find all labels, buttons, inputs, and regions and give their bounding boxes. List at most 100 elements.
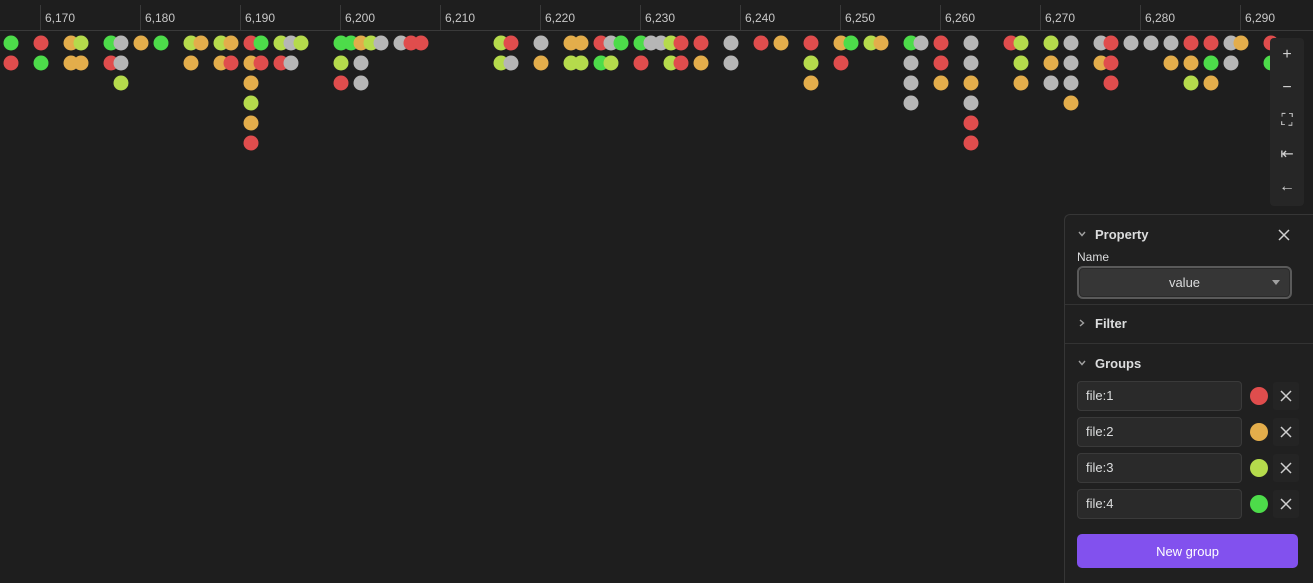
timeline-dot[interactable] (843, 35, 859, 51)
remove-group-button[interactable] (1273, 454, 1299, 482)
timeline-dot[interactable] (903, 75, 919, 91)
timeline-dot[interactable] (803, 35, 819, 51)
timeline-dot[interactable] (833, 55, 849, 71)
timeline-dot[interactable] (963, 95, 979, 111)
back-button[interactable]: ← (1270, 172, 1304, 202)
remove-group-button[interactable] (1273, 490, 1299, 518)
timeline-dot[interactable] (933, 55, 949, 71)
timeline-dot[interactable] (113, 75, 129, 91)
group-query-input[interactable]: file:3 (1077, 453, 1242, 483)
timeline-dot[interactable] (1123, 35, 1139, 51)
timeline-dot[interactable] (33, 35, 49, 51)
timeline-dot[interactable] (153, 35, 169, 51)
timeline-dot[interactable] (903, 55, 919, 71)
timeline-dot[interactable] (253, 55, 269, 71)
timeline-dot[interactable] (333, 55, 349, 71)
timeline-dot[interactable] (1223, 55, 1239, 71)
group-query-input[interactable]: file:4 (1077, 489, 1242, 519)
timeline-dot[interactable] (353, 75, 369, 91)
timeline-dot[interactable] (373, 35, 389, 51)
timeline-dot[interactable] (283, 55, 299, 71)
timeline-dot[interactable] (1233, 35, 1249, 51)
timeline-dot[interactable] (723, 35, 739, 51)
timeline-dot[interactable] (903, 95, 919, 111)
timeline-dot[interactable] (1103, 55, 1119, 71)
timeline-dot[interactable] (963, 135, 979, 151)
new-group-button[interactable]: New group (1077, 534, 1298, 568)
timeline-dot[interactable] (773, 35, 789, 51)
timeline-dot[interactable] (673, 55, 689, 71)
timeline-dot[interactable] (1043, 75, 1059, 91)
timeline-dot[interactable] (1143, 35, 1159, 51)
timeline-dot[interactable] (1013, 35, 1029, 51)
timeline-dot[interactable] (913, 35, 929, 51)
timeline-dot[interactable] (693, 55, 709, 71)
timeline-dot[interactable] (253, 35, 269, 51)
timeline-dot[interactable] (353, 55, 369, 71)
timeline-dot[interactable] (503, 35, 519, 51)
timeline-dot[interactable] (803, 55, 819, 71)
timeline-dot[interactable] (1183, 55, 1199, 71)
timeline-dot[interactable] (243, 95, 259, 111)
timeline-dot[interactable] (113, 35, 129, 51)
remove-group-button[interactable] (1273, 418, 1299, 446)
close-panel-button[interactable] (1273, 224, 1295, 246)
timeline-dot[interactable] (503, 55, 519, 71)
timeline-dot[interactable] (963, 75, 979, 91)
timeline-dot[interactable] (1013, 75, 1029, 91)
group-query-input[interactable]: file:2 (1077, 417, 1242, 447)
timeline-dot[interactable] (533, 55, 549, 71)
fit-view-button[interactable]: ⛶ (1270, 106, 1304, 136)
timeline-dot[interactable] (73, 35, 89, 51)
timeline-dot[interactable] (573, 35, 589, 51)
timeline-dot[interactable] (873, 35, 889, 51)
timeline-dot[interactable] (413, 35, 429, 51)
timeline-dot[interactable] (1203, 55, 1219, 71)
timeline-dot[interactable] (223, 35, 239, 51)
timeline-dot[interactable] (963, 115, 979, 131)
timeline-dot[interactable] (1063, 95, 1079, 111)
timeline-dot[interactable] (223, 55, 239, 71)
timeline-dot[interactable] (133, 35, 149, 51)
timeline-dot[interactable] (333, 75, 349, 91)
timeline-dot[interactable] (603, 55, 619, 71)
groups-section-header[interactable]: Groups (1065, 351, 1313, 375)
group-color-swatch[interactable] (1250, 495, 1268, 513)
timeline-dot[interactable] (243, 115, 259, 131)
timeline-dot[interactable] (3, 35, 19, 51)
timeline-dot[interactable] (673, 35, 689, 51)
timeline-dot[interactable] (613, 35, 629, 51)
timeline-dot[interactable] (1183, 75, 1199, 91)
timeline-dot[interactable] (1063, 75, 1079, 91)
zoom-in-button[interactable]: + (1270, 40, 1304, 70)
group-color-swatch[interactable] (1250, 387, 1268, 405)
timeline-dot[interactable] (1043, 35, 1059, 51)
group-query-input[interactable]: file:1 (1077, 381, 1242, 411)
timeline-dot[interactable] (1103, 75, 1119, 91)
timeline-dot[interactable] (633, 55, 649, 71)
timeline-dot[interactable] (1203, 75, 1219, 91)
timeline-dot[interactable] (243, 75, 259, 91)
timeline-dot[interactable] (963, 35, 979, 51)
timeline-dot[interactable] (1163, 55, 1179, 71)
timeline-dot[interactable] (1063, 35, 1079, 51)
property-name-select[interactable]: value (1077, 266, 1292, 299)
group-color-swatch[interactable] (1250, 423, 1268, 441)
timeline-dot[interactable] (933, 75, 949, 91)
timeline-dot[interactable] (1203, 35, 1219, 51)
timeline-dot[interactable] (183, 55, 199, 71)
timeline-dot[interactable] (1163, 35, 1179, 51)
timeline-dot[interactable] (3, 55, 19, 71)
jump-to-start-button[interactable]: ⇤ (1270, 139, 1304, 169)
timeline-dot[interactable] (113, 55, 129, 71)
timeline-dot[interactable] (693, 35, 709, 51)
timeline-dot[interactable] (963, 55, 979, 71)
timeline-dot[interactable] (1013, 55, 1029, 71)
timeline-dot[interactable] (1063, 55, 1079, 71)
timeline-dot[interactable] (753, 35, 769, 51)
timeline-dot[interactable] (73, 55, 89, 71)
timeline-dot[interactable] (1043, 55, 1059, 71)
timeline-dot[interactable] (803, 75, 819, 91)
timeline-dot[interactable] (33, 55, 49, 71)
timeline-dot[interactable] (723, 55, 739, 71)
